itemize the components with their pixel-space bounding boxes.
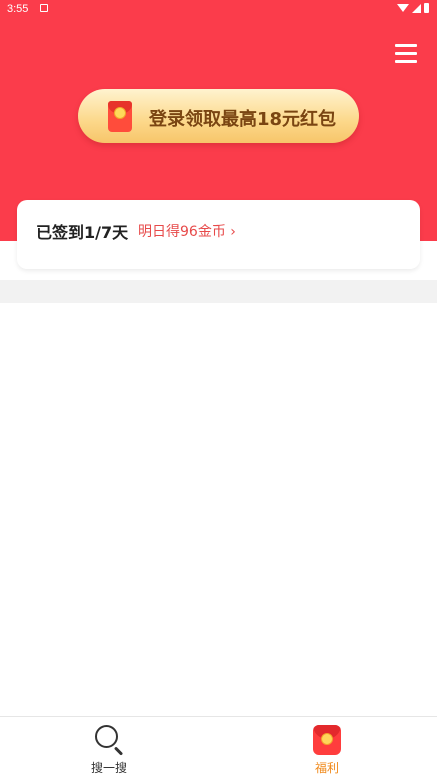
nav-label-welfare: 福利 <box>314 761 339 775</box>
menu-line <box>395 60 417 63</box>
section-divider <box>0 280 437 303</box>
status-icons <box>397 3 429 13</box>
nav-item-welfare[interactable]: 福利 <box>267 717 387 776</box>
battery-icon <box>424 3 429 13</box>
nav-label-search: 搜一搜 <box>90 761 127 775</box>
search-icon <box>95 725 125 756</box>
signal-icon <box>412 3 421 13</box>
search-lens <box>95 725 118 748</box>
login-red-packet-button[interactable]: 登录领取最高18元红包 <box>78 89 359 143</box>
login-button-label: 登录领取最高18元红包 <box>149 109 337 130</box>
menu-icon[interactable] <box>395 44 417 64</box>
status-time: 3:55 <box>7 3 29 15</box>
red-envelope-icon <box>313 725 341 755</box>
nav-item-search[interactable]: 搜一搜 <box>49 717 169 776</box>
status-bar: 3:55 <box>0 0 437 18</box>
menu-line <box>395 52 417 55</box>
signin-reward-link[interactable]: 明日得96金币 › <box>138 221 236 241</box>
search-handle <box>113 746 124 756</box>
bottom-nav: 搜一搜 福利 <box>0 716 437 776</box>
notification-icon <box>40 4 48 12</box>
wifi-icon <box>397 4 409 12</box>
signin-status: 已签到1/7天 <box>36 223 129 242</box>
menu-line <box>395 44 417 47</box>
signin-card: 已签到1/7天 明日得96金币 › <box>17 200 420 269</box>
coin-icon <box>114 107 126 119</box>
red-envelope-icon <box>108 101 132 132</box>
coin-icon <box>321 733 333 745</box>
